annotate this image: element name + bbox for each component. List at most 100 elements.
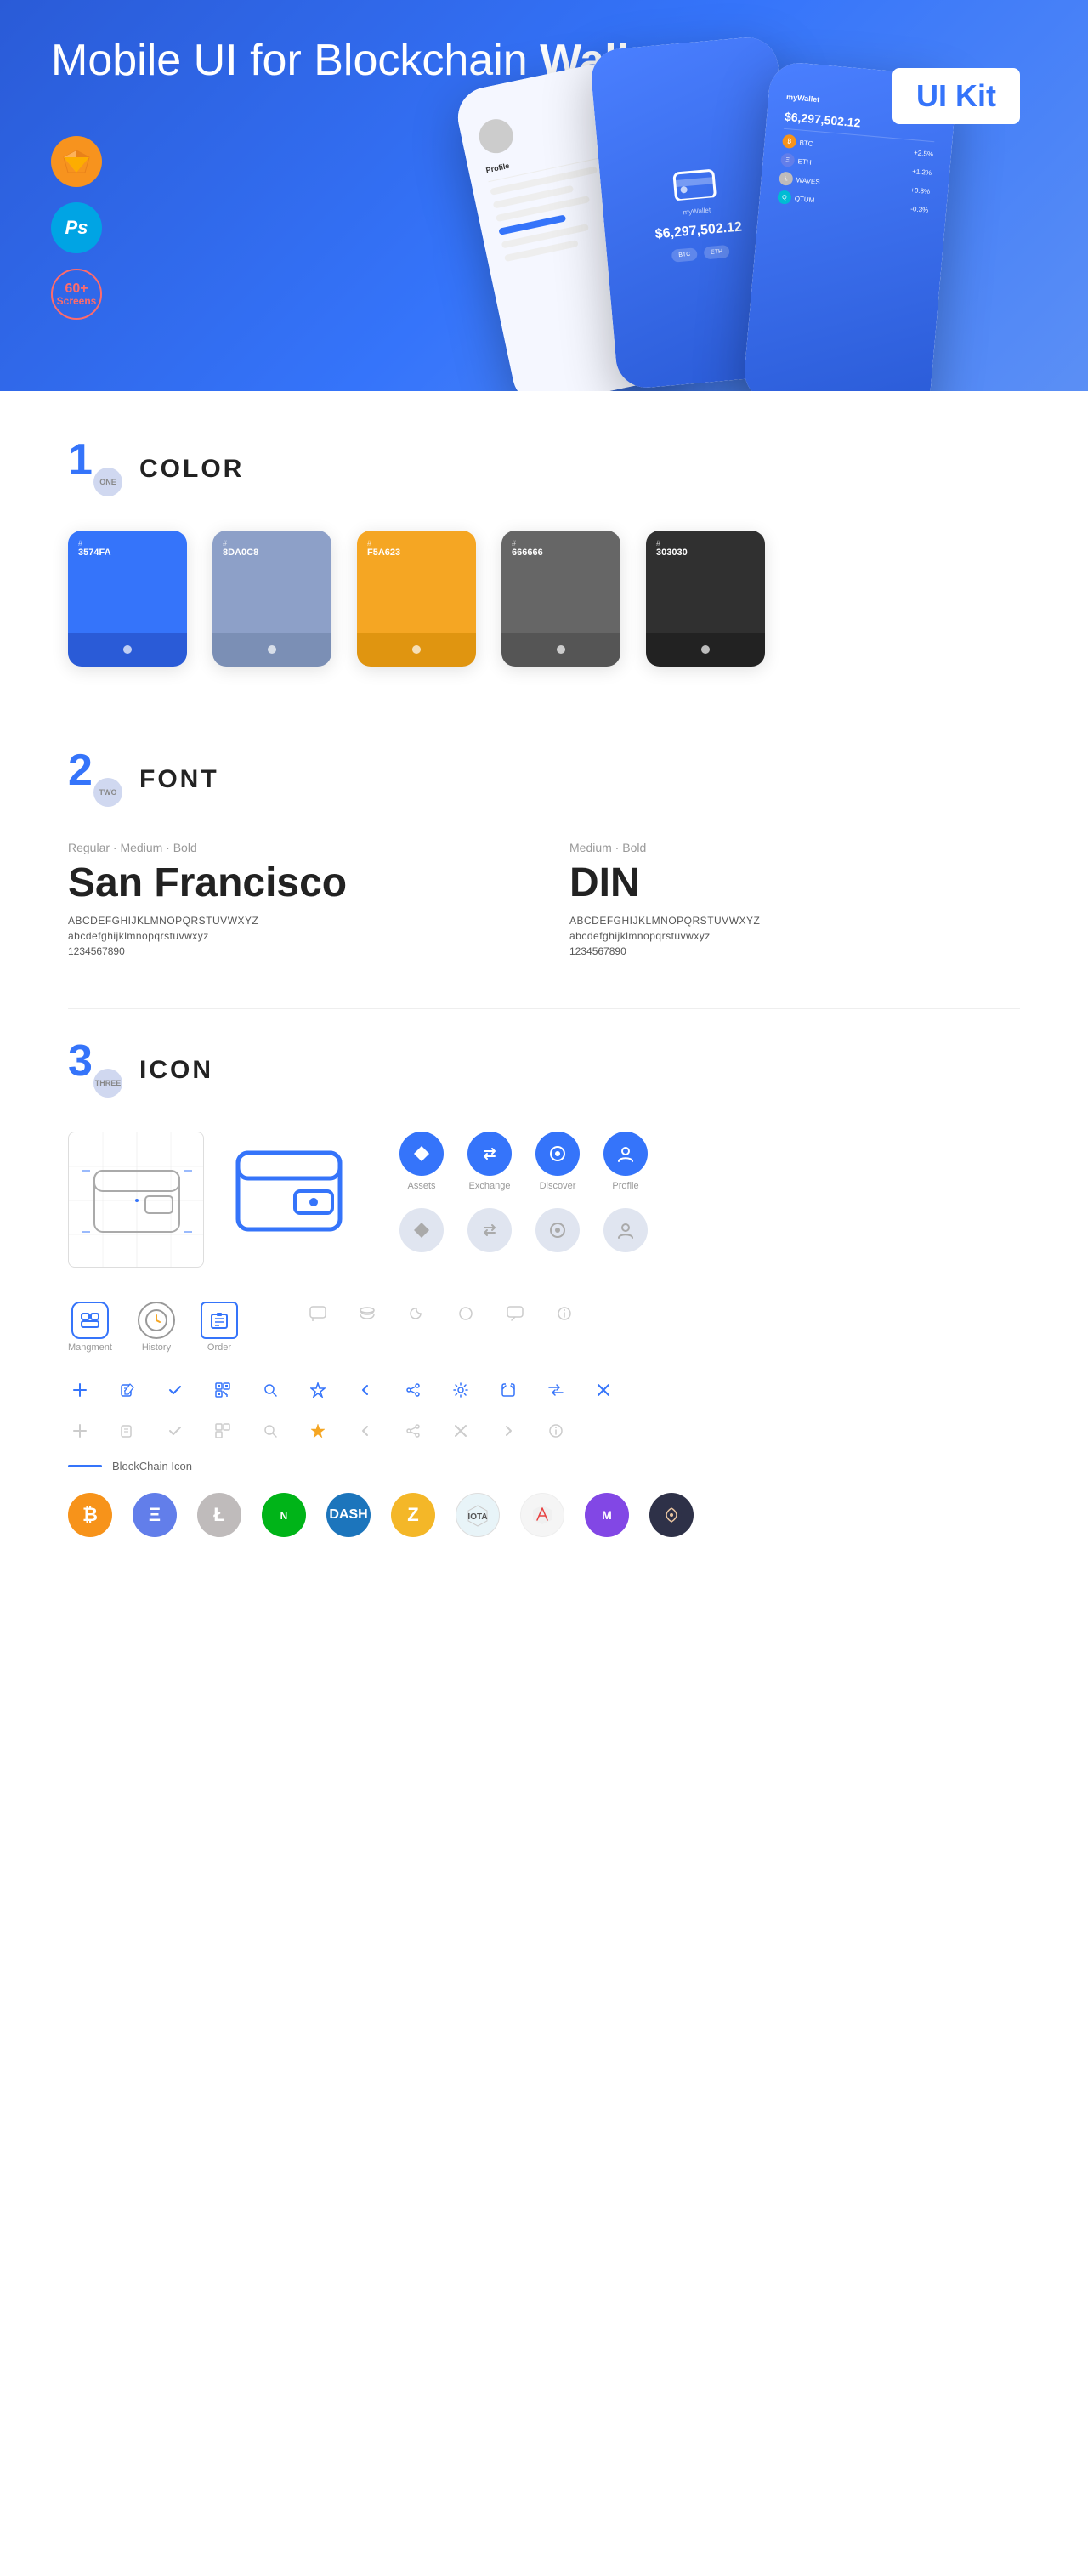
three-label: THREE — [94, 1069, 122, 1098]
circle-icon — [454, 1302, 478, 1325]
main-content: 1 ONE COLOR # 3574FA # 8DA0C8 — [0, 391, 1088, 1639]
chat-icon — [306, 1302, 330, 1325]
misc-icons-row-1 — [306, 1302, 576, 1325]
font-section: 2 TWO FONT Regular · Medium · Bold San F… — [68, 752, 1020, 957]
x-icon-gray — [449, 1419, 473, 1443]
misc-icons-group — [306, 1302, 576, 1339]
color-section-header: 1 ONE COLOR — [68, 442, 1020, 496]
blockchain-line — [68, 1465, 102, 1467]
icon-section: 3 THREE ICON — [68, 1043, 1020, 1537]
iota-coin: IOTA — [456, 1493, 500, 1537]
hero-section: Mobile UI for Blockchain Wallet UI Kit P… — [0, 0, 1088, 391]
app-icons-row: Mangment History Order — [68, 1302, 1020, 1353]
icon-history: History — [138, 1302, 175, 1353]
icon-profile: Profile — [604, 1132, 648, 1191]
font-title: FONT — [139, 765, 219, 794]
icon-section-header: 3 THREE ICON — [68, 1043, 1020, 1098]
profile-icon — [604, 1132, 648, 1176]
ps-badge: Ps — [51, 202, 102, 253]
search-icon-gray — [258, 1419, 282, 1443]
font-din: Medium · Bold DIN ABCDEFGHIJKLMNOPQRSTUV… — [570, 841, 1020, 957]
btc-coin: ₿ — [68, 1493, 112, 1537]
close-icon — [592, 1378, 615, 1402]
exchange-icon-gray — [468, 1208, 512, 1252]
sf-uppercase: ABCDEFGHIJKLMNOPQRSTUVWXYZ — [68, 915, 518, 927]
color-card-orange: # F5A623 — [357, 531, 476, 667]
sf-styles: Regular · Medium · Bold — [68, 841, 518, 854]
din-styles: Medium · Bold — [570, 841, 1020, 854]
font-grid: Regular · Medium · Bold San Francisco AB… — [68, 841, 1020, 957]
neo-coin: N — [262, 1493, 306, 1537]
plus-icon — [68, 1378, 92, 1402]
dash-coin: DASH — [326, 1493, 371, 1537]
eth-coin: Ξ — [133, 1493, 177, 1537]
color-card-blue: # 3574FA — [68, 531, 187, 667]
icon-blueprints-row: Assets Exchange Discover — [68, 1132, 1020, 1268]
icon-order: Order — [201, 1302, 238, 1353]
blueprint-grid-1 — [69, 1132, 204, 1268]
qr-icon — [211, 1378, 235, 1402]
blockchain-label: BlockChain Icon — [112, 1460, 192, 1472]
nav-icons-colored-row: Assets Exchange Discover — [400, 1132, 648, 1191]
share-icon — [401, 1378, 425, 1402]
din-uppercase: ABCDEFGHIJKLMNOPQRSTUVWXYZ — [570, 915, 1020, 927]
icon-discover: Discover — [536, 1132, 580, 1191]
exchange-icon — [468, 1132, 512, 1176]
nav-icons-group: Assets Exchange Discover — [400, 1132, 648, 1268]
color-title: COLOR — [139, 455, 244, 484]
cosmos-coin — [649, 1493, 694, 1537]
two-label: TWO — [94, 778, 122, 807]
star-icon-filled — [306, 1419, 330, 1443]
share-icon-gray — [401, 1419, 425, 1443]
assets-icon — [400, 1132, 444, 1176]
blockchain-divider: BlockChain Icon — [68, 1460, 1020, 1472]
sf-lowercase: abcdefghijklmnopqrstuvwxyz — [68, 930, 518, 942]
font-section-header: 2 TWO FONT — [68, 752, 1020, 807]
stack-icon — [355, 1302, 379, 1325]
section-number-1: 1 ONE — [68, 442, 122, 496]
info-circle-gray — [544, 1419, 568, 1443]
app-icons-colored: Mangment History Order — [68, 1302, 238, 1353]
sketch-badge — [51, 136, 102, 187]
sf-numbers: 1234567890 — [68, 945, 518, 957]
blueprint-icon-1 — [68, 1132, 204, 1268]
edit-icon-gray — [116, 1419, 139, 1443]
speech-icon — [503, 1302, 527, 1325]
din-lowercase: abcdefghijklmnopqrstuvwxyz — [570, 930, 1020, 942]
divider-2 — [68, 1008, 1020, 1009]
history-icon — [138, 1302, 175, 1339]
star-icon — [306, 1378, 330, 1402]
color-card-gray-blue: # 8DA0C8 — [212, 531, 332, 667]
icon-exchange: Exchange — [468, 1132, 512, 1191]
zcash-coin: Z — [391, 1493, 435, 1537]
edit-icon — [116, 1378, 139, 1402]
info-icon — [552, 1302, 576, 1325]
icon-assets: Assets — [400, 1132, 444, 1191]
order-icon — [201, 1302, 238, 1339]
discover-icon — [536, 1132, 580, 1176]
download-icon — [496, 1378, 520, 1402]
din-numbers: 1234567890 — [570, 945, 1020, 957]
phone-mockups: Profile my — [468, 0, 1088, 391]
ark-coin — [520, 1493, 564, 1537]
check-icon — [163, 1378, 187, 1402]
section-number-3: 3 THREE — [68, 1043, 122, 1098]
icon-management: Mangment — [68, 1302, 112, 1353]
colored-wallet-icon — [230, 1132, 348, 1251]
ltc-coin: Ł — [197, 1493, 241, 1537]
assets-icon-gray — [400, 1208, 444, 1252]
utility-icons-gray-row — [68, 1419, 1020, 1443]
svg-text:N: N — [280, 1510, 288, 1522]
din-name: DIN — [570, 860, 1020, 906]
forward-icon-gray — [496, 1419, 520, 1443]
badges-container: Ps 60+ Screens — [51, 136, 102, 320]
discover-icon-gray — [536, 1208, 580, 1252]
check-icon-gray — [163, 1419, 187, 1443]
matic-coin: M — [585, 1493, 629, 1537]
transfer-icon — [544, 1378, 568, 1402]
nav-icons-gray-row — [400, 1208, 648, 1252]
management-icon — [71, 1302, 109, 1339]
utility-icons-row — [68, 1378, 1020, 1402]
sf-name: San Francisco — [68, 860, 518, 906]
profile-icon-gray — [604, 1208, 648, 1252]
